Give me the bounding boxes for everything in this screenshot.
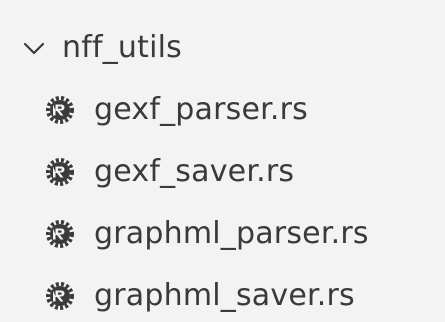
rust-file-icon bbox=[46, 96, 74, 124]
folder-label: nff_utils bbox=[62, 30, 183, 65]
file-label: gexf_saver.rs bbox=[94, 154, 295, 189]
rust-file-icon bbox=[46, 282, 74, 310]
rust-file-icon bbox=[46, 220, 74, 248]
chevron-down-icon[interactable] bbox=[20, 34, 48, 62]
file-label: gexf_parser.rs bbox=[94, 92, 309, 127]
file-label: graphml_saver.rs bbox=[94, 278, 355, 313]
file-label: graphml_parser.rs bbox=[94, 216, 369, 251]
file-explorer-tree: nff_utils gexf_parser.rs gexf_saver.rs g… bbox=[0, 0, 445, 322]
file-item[interactable]: graphml_parser.rs bbox=[44, 204, 369, 264]
file-item[interactable]: gexf_saver.rs bbox=[44, 142, 294, 202]
rust-file-icon bbox=[46, 158, 74, 186]
file-item[interactable]: graphml_saver.rs bbox=[44, 266, 355, 322]
file-item[interactable]: gexf_parser.rs bbox=[44, 80, 308, 140]
folder-nff-utils[interactable]: nff_utils bbox=[20, 18, 182, 78]
